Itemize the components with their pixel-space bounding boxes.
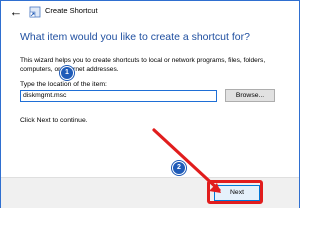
create-shortcut-window: ← Create Shortcut What item would you li… bbox=[0, 0, 300, 208]
shortcut-icon bbox=[29, 6, 41, 18]
wizard-description: This wizard helps you to create shortcut… bbox=[20, 57, 266, 73]
next-button-highlight bbox=[207, 180, 263, 204]
continue-instruction: Click Next to continue. bbox=[20, 117, 88, 124]
title-bar: ← Create Shortcut bbox=[1, 1, 299, 25]
location-input[interactable]: diskmgmt.msc bbox=[20, 90, 217, 102]
page-heading: What item would you like to create a sho… bbox=[20, 31, 250, 43]
location-label: Type the location of the item: bbox=[20, 81, 107, 88]
window-title: Create Shortcut bbox=[45, 6, 98, 15]
step-badge-2: 2 bbox=[172, 161, 186, 175]
step-badge-1: 1 bbox=[60, 66, 74, 80]
browse-button[interactable]: Browse... bbox=[225, 89, 275, 102]
back-arrow-icon[interactable]: ← bbox=[9, 5, 23, 19]
